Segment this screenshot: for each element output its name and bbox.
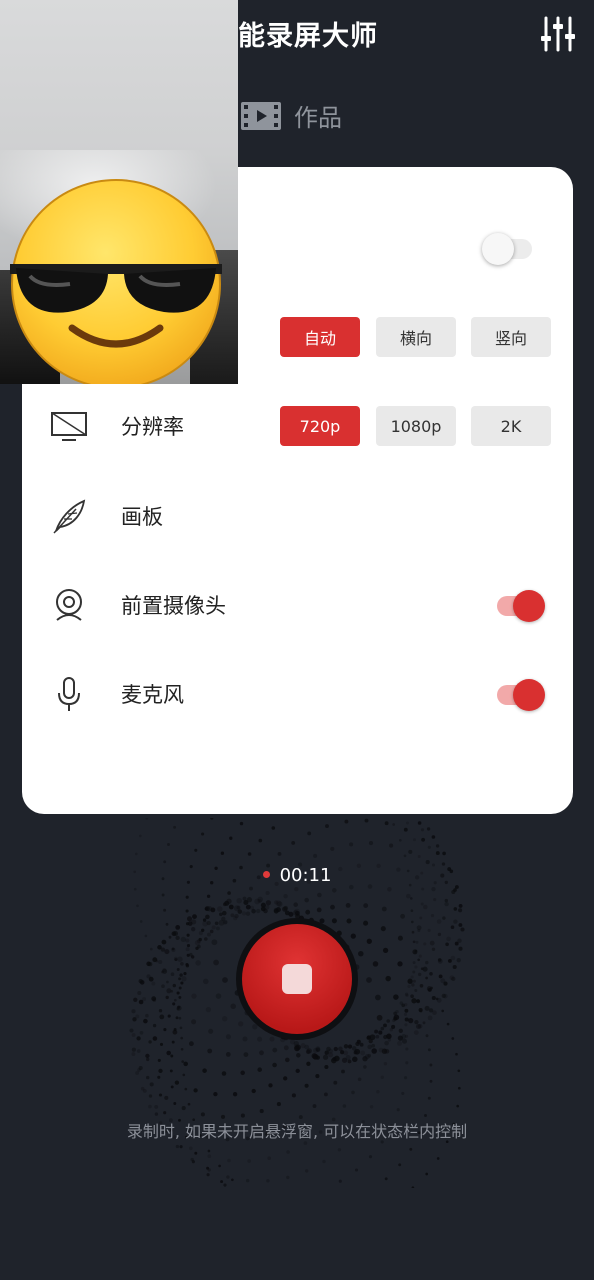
resolution-option-2k[interactable]: 2K	[471, 406, 551, 446]
front-camera-label: 前置摄像头	[121, 594, 226, 618]
feather-icon	[53, 499, 86, 534]
front-camera-preview[interactable]	[0, 0, 238, 384]
recording-dot	[262, 870, 270, 878]
stop-icon	[282, 964, 312, 994]
film-icon	[241, 101, 281, 130]
app-root: 全能录屏大师 作品 自动 横向 竖向 分辨率 720p 1080p 2K 画板 …	[0, 0, 594, 1280]
orientation-option-portrait[interactable]: 竖向	[471, 317, 551, 357]
floating-window-toggle[interactable]	[482, 230, 536, 266]
microphone-label: 麦克风	[121, 683, 184, 707]
recording-hint: 录制时, 如果未开启悬浮窗, 可以在状态栏内控制	[126, 1122, 468, 1141]
recording-timer: 00:11	[0, 865, 594, 886]
microphone-row: 麦克风	[22, 664, 573, 724]
settings-sliders-button[interactable]	[538, 14, 578, 54]
microphone-toggle[interactable]	[493, 676, 547, 712]
recording-timer-text: 00:11	[279, 865, 332, 886]
webcam-icon	[56, 589, 82, 621]
orientation-option-landscape[interactable]: 横向	[376, 317, 456, 357]
sunglasses-emoji-icon	[10, 179, 222, 384]
front-camera-toggle[interactable]	[493, 587, 547, 623]
microphone-icon	[58, 677, 80, 711]
canvas-label: 画板	[121, 505, 163, 529]
tab-works[interactable]: 作品	[240, 98, 342, 133]
orientation-option-auto[interactable]: 自动	[280, 317, 360, 357]
resolution-option-1080p[interactable]: 1080p	[376, 406, 456, 446]
resolution-label: 分辨率	[121, 415, 184, 439]
resolution-option-720p[interactable]: 720p	[280, 406, 360, 446]
sliders-icon	[541, 16, 575, 52]
tab-bar: 作品	[240, 98, 342, 133]
front-camera-row: 前置摄像头	[22, 575, 573, 635]
monitor-icon	[51, 412, 87, 441]
tab-works-label: 作品	[294, 104, 342, 132]
canvas-row[interactable]: 画板	[22, 486, 573, 546]
